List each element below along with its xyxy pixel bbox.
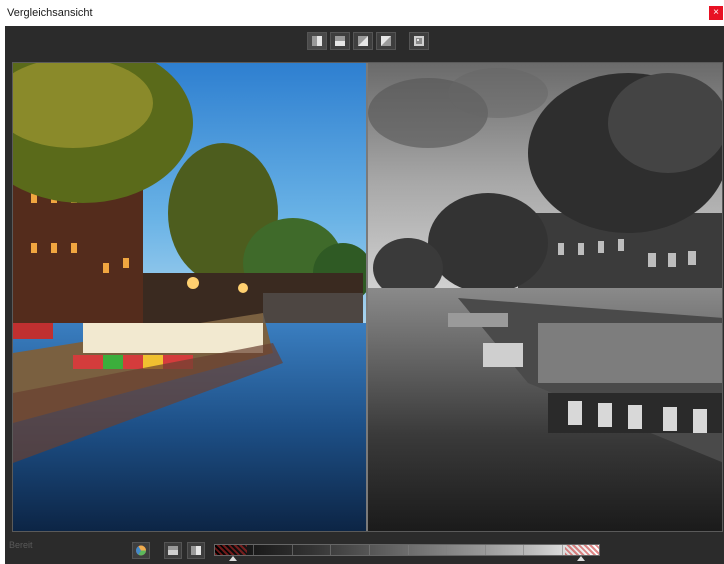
tone-tick (562, 545, 563, 555)
split-horizontal-icon (335, 36, 345, 46)
split-vertical-icon (312, 36, 322, 46)
tone-tick (523, 545, 524, 555)
tone-tick (485, 545, 486, 555)
shadow-clip-zone (215, 545, 247, 555)
tone-tick (292, 545, 293, 555)
single-view-button[interactable] (409, 32, 429, 50)
close-button[interactable]: × (709, 6, 723, 20)
title-bar: Vergleichsansicht × (0, 0, 724, 26)
highlight-clip-zone (565, 545, 599, 555)
original-image (13, 63, 366, 531)
histogram-icon (168, 546, 178, 555)
status-text: Bereit (9, 540, 33, 550)
tone-tick (408, 545, 409, 555)
split-diagonal-left-icon (358, 36, 368, 46)
histogram-button[interactable] (164, 542, 182, 559)
split-diagonal-left-button[interactable] (353, 32, 373, 50)
tone-tick (253, 545, 254, 555)
tone-tick (446, 545, 447, 555)
split-diagonal-right-button[interactable] (376, 32, 396, 50)
split-horizontal-button[interactable] (330, 32, 350, 50)
color-wheel-button[interactable] (132, 542, 150, 559)
view-mode-toolbar (5, 26, 724, 58)
bottom-toolbar: Bereit (5, 536, 724, 564)
black-point-marker[interactable] (229, 556, 238, 561)
compare-toggle-icon (191, 546, 201, 555)
color-wheel-icon (136, 545, 146, 556)
white-point-marker[interactable] (576, 556, 585, 561)
split-vertical-button[interactable] (307, 32, 327, 50)
tone-range-bar[interactable] (214, 544, 600, 556)
compare-toggle-button[interactable] (187, 542, 205, 559)
tone-tick (369, 545, 370, 555)
split-divider-handle[interactable] (366, 63, 368, 531)
grayscale-image (368, 63, 722, 531)
comparison-viewer[interactable] (12, 62, 723, 532)
tone-tick (330, 545, 331, 555)
window-title: Vergleichsansicht (7, 7, 93, 19)
split-diagonal-right-icon (381, 36, 391, 46)
single-view-icon (414, 36, 424, 46)
comparison-frame: Bereit (5, 26, 724, 564)
